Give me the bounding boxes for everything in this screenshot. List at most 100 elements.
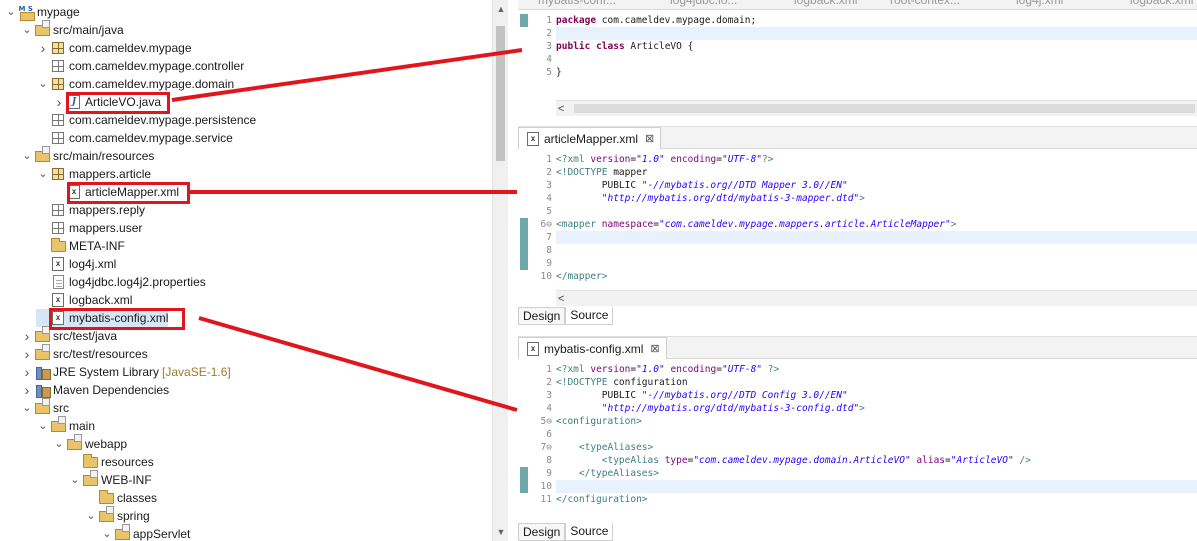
tree-item-label: webapp — [85, 437, 128, 451]
collapse-chevron-icon[interactable]: › — [20, 345, 34, 363]
scrollbar-thumb[interactable] — [574, 104, 1195, 113]
tree-item[interactable]: META-INF — [36, 237, 125, 255]
close-icon[interactable]: ⊠ — [645, 132, 654, 145]
close-icon[interactable]: ⊠ — [650, 342, 659, 355]
expand-chevron-icon[interactable]: ⌄ — [20, 21, 34, 39]
tab-article-mapper[interactable]: x articleMapper.xml ⊠ — [518, 127, 662, 149]
editor-tab[interactable]: log4jdbc.lo... — [670, 0, 737, 7]
tree-item[interactable]: ⌄ WEB-INF — [68, 469, 152, 489]
code-line: <typeAlias type="com.cameldev.mypage.dom… — [601, 455, 1031, 466]
tree-item[interactable]: mappers.reply — [36, 201, 145, 219]
tree-item[interactable]: ⌄ src/main/resources — [20, 145, 154, 165]
source-folder-icon — [34, 343, 50, 362]
expand-chevron-icon[interactable]: ⌄ — [52, 435, 66, 453]
tree-item-label: WEB-INF — [101, 473, 152, 487]
editor-tab[interactable]: logback.xml — [1130, 0, 1193, 7]
package-icon — [50, 40, 66, 56]
tree-item[interactable]: x log4j.xml — [36, 255, 116, 273]
line-number: 3 — [546, 390, 552, 401]
tree-item[interactable]: x logback.xml — [36, 291, 132, 309]
collapse-chevron-icon[interactable]: › — [36, 39, 50, 57]
horizontal-scrollbar[interactable]: < — [556, 290, 1197, 306]
xml-file-icon: x — [525, 341, 541, 357]
line-number: 11 — [540, 494, 552, 505]
project-icon: M S — [18, 4, 35, 21]
tree-item[interactable]: › JRE System Library [JavaSE-1.6] — [20, 363, 231, 381]
explorer-vertical-scrollbar[interactable]: ▲ ▼ — [492, 0, 508, 541]
tree-item[interactable]: › com.cameldev.mypage — [36, 39, 192, 57]
collapse-chevron-icon[interactable]: › — [20, 363, 34, 381]
editor-tab[interactable]: log4j.xml — [1016, 0, 1063, 7]
tree-item[interactable]: ⌄ appServlet — [100, 523, 190, 541]
tab-mybatis-config[interactable]: x mybatis-config.xml ⊠ — [518, 337, 667, 359]
line-number: 2 — [546, 377, 552, 388]
folder-icon — [98, 489, 114, 506]
tab-design[interactable]: Design — [518, 523, 566, 541]
collapse-chevron-icon[interactable]: › — [20, 327, 34, 345]
editor-tab[interactable]: root-contex... — [890, 0, 960, 7]
xml-file-icon: x — [50, 292, 66, 308]
tree-item[interactable]: ⌄ M Smypage — [4, 3, 80, 21]
scrollbar-thumb[interactable] — [496, 26, 505, 161]
change-marker — [520, 467, 528, 480]
tree-item[interactable]: › Maven Dependencies — [20, 381, 169, 399]
editor-tab[interactable]: logback.xml — [794, 0, 857, 7]
line-number: 7⊖ — [540, 442, 552, 453]
collapse-chevron-icon[interactable]: › — [20, 381, 34, 399]
change-marker — [520, 480, 528, 493]
tree-item[interactable]: com.cameldev.mypage.service — [36, 129, 233, 147]
tree-item[interactable]: › src/test/java — [20, 325, 117, 345]
expand-chevron-icon[interactable]: ⌄ — [36, 165, 50, 183]
tree-item[interactable]: com.cameldev.mypage.persistence — [36, 111, 256, 129]
project-folder-icon — [50, 415, 66, 434]
tree-item[interactable]: ⌄ spring — [84, 505, 150, 525]
expand-chevron-icon[interactable]: ⌄ — [20, 399, 34, 417]
tree-item[interactable]: › src/test/resources — [20, 343, 148, 363]
scroll-down-icon[interactable]: ▼ — [493, 525, 508, 539]
expand-chevron-icon[interactable]: ⌄ — [84, 507, 98, 525]
tree-item[interactable]: x articleMapper.xml — [52, 183, 179, 201]
package-empty-icon — [50, 58, 66, 74]
scroll-left-icon[interactable]: < — [558, 101, 564, 117]
tree-item[interactable]: ⌄ src — [20, 397, 69, 417]
tree-item-label: com.cameldev.mypage.service — [69, 131, 233, 145]
tree-item[interactable]: ⌄ com.cameldev.mypage.domain — [36, 75, 234, 93]
code-line: <?xml version="1.0" encoding="UTF-8" ?> — [556, 364, 780, 375]
collapse-chevron-icon[interactable]: › — [52, 93, 66, 111]
scroll-up-icon[interactable]: ▲ — [493, 2, 508, 16]
tree-item[interactable]: log4jdbc.log4j2.properties — [36, 273, 206, 291]
horizontal-scrollbar[interactable]: < — [556, 100, 1197, 116]
tree-item[interactable]: com.cameldev.mypage.controller — [36, 57, 244, 75]
tree-item[interactable]: x mybatis-config.xml — [36, 309, 169, 327]
tree-item[interactable]: ⌄ webapp — [52, 433, 128, 453]
project-explorer: ⌄ M Smypage ⌄ src/main/java › com.cameldev.my… — [0, 0, 508, 541]
expand-chevron-icon[interactable]: ⌄ — [4, 3, 18, 21]
tree-item-label: main — [69, 419, 96, 433]
code-line: PUBLIC "-//mybatis.org//DTD Mapper 3.0//… — [556, 180, 848, 191]
source-folder-icon — [34, 325, 50, 344]
tree-item[interactable]: mappers.user — [36, 219, 142, 237]
tab-source[interactable]: Source — [565, 307, 614, 325]
tree-item[interactable]: › J ArticleVO.java — [52, 93, 161, 111]
expand-chevron-icon[interactable]: ⌄ — [36, 417, 50, 435]
expand-chevron-icon[interactable]: ⌄ — [20, 147, 34, 165]
tree-item[interactable]: ⌄ src/main/java — [20, 19, 124, 39]
tree-item[interactable]: resources — [68, 453, 154, 471]
tree-item[interactable]: classes — [84, 489, 157, 507]
expand-chevron-icon[interactable]: ⌄ — [36, 75, 50, 93]
tree-item-label: src/test/resources — [53, 347, 148, 361]
tree-item[interactable]: ⌄ main — [36, 415, 96, 435]
tab-design[interactable]: Design — [518, 307, 566, 325]
scroll-left-icon[interactable]: < — [558, 291, 564, 307]
tab-source[interactable]: Source — [565, 523, 614, 541]
tree-item[interactable]: ⌄ mappers.article — [36, 165, 151, 183]
editor-tab[interactable]: mybatis-conf... — [538, 0, 616, 7]
expand-chevron-icon[interactable]: ⌄ — [68, 471, 82, 489]
tree-item-label: mypage — [37, 5, 80, 19]
expand-chevron-icon[interactable]: ⌄ — [100, 525, 114, 541]
code-line: </mapper> — [556, 271, 608, 282]
